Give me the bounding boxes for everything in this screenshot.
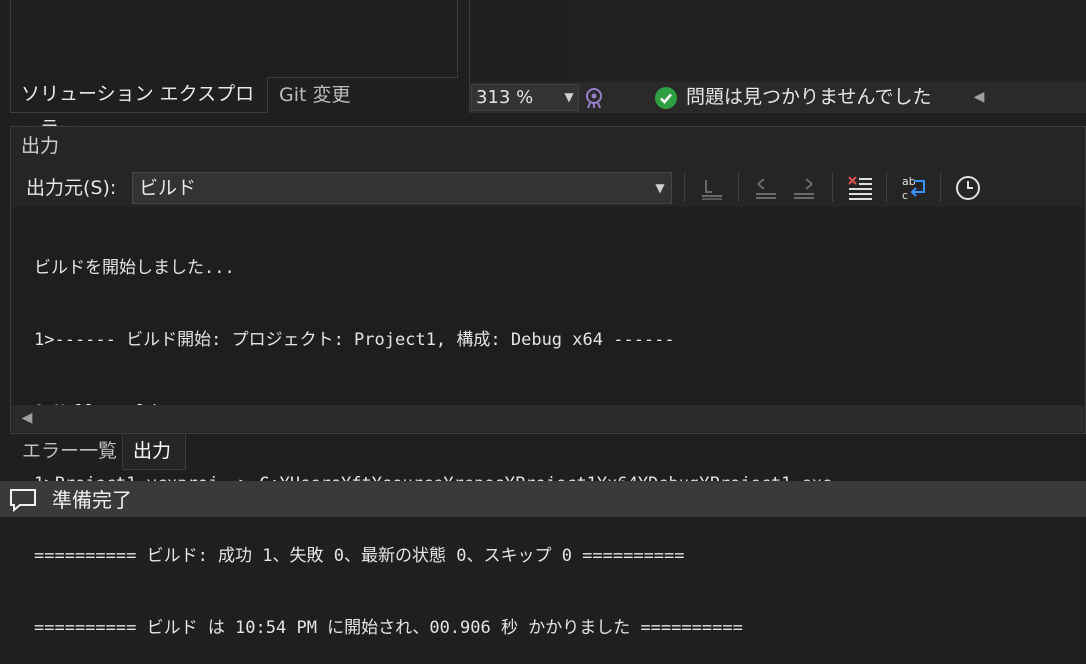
output-line: 1>------ ビルド開始: プロジェクト: Project1, 構成: De… [34,330,675,350]
scroll-left-icon[interactable]: ◀ [16,405,38,432]
toolbar-separator [940,172,941,202]
intellicode-icon[interactable] [582,86,606,110]
tab-error-list[interactable]: エラー一覧 [14,434,122,468]
go-to-location-icon[interactable] [698,174,726,202]
toggle-word-wrap-icon[interactable]: ab c [900,174,928,202]
output-source-label: 出力元(S): [26,177,117,199]
output-line: ビルドを開始しました... [34,258,235,278]
output-line: ========== ビルド は 10:54 PM に開始され、00.906 秒… [34,618,743,638]
issues-status-text[interactable]: 問題は見つかりませんでした [686,84,966,111]
previous-message-icon[interactable] [752,174,780,202]
chat-icon[interactable] [8,487,38,513]
solution-explorer-content [10,0,458,78]
svg-text:ab: ab [902,175,916,188]
output-source-select[interactable]: ビルド [132,172,672,204]
tab-solution-explorer[interactable]: ソリューション エクスプローラー [10,77,268,139]
chevron-down-icon[interactable]: ▼ [650,176,670,200]
output-pane-title: 出力 [21,135,60,157]
chevron-down-icon[interactable]: ▼ [559,84,579,111]
output-line: ========== ビルド: 成功 1、失敗 0、最新の状態 0、スキップ 0… [34,546,685,566]
toolbar-separator [886,172,887,202]
tab-output[interactable]: 出力 [122,434,186,470]
editor-scroll-area [567,0,1086,82]
toolbar-separator [832,172,833,202]
output-log[interactable]: ビルドを開始しました... 1>------ ビルド開始: プロジェクト: Pr… [34,208,1074,638]
scroll-left-icon[interactable]: ◀ [968,84,990,111]
check-circle-icon [655,87,677,109]
svg-text:c: c [902,189,908,202]
clear-all-icon[interactable] [846,174,874,202]
toolbar-separator [684,172,685,202]
output-horizontal-scrollbar[interactable] [12,405,1084,432]
status-text: 準備完了 [52,488,132,512]
tab-git-changes[interactable]: Git 変更 [268,80,388,112]
next-message-icon[interactable] [790,174,818,202]
clock-icon[interactable] [954,174,982,202]
toolbar-separator [738,172,739,202]
